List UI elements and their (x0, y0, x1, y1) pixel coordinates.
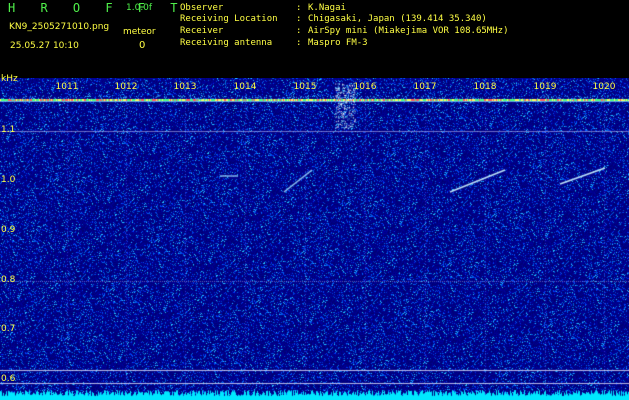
info-separator: : (296, 26, 302, 36)
y-tick-label: 0.7 (1, 324, 16, 334)
x-tick-label: 1014 (233, 82, 257, 92)
spectrogram (0, 78, 629, 400)
x-tick-label: 1017 (413, 82, 437, 92)
x-tick-label: 1012 (114, 82, 138, 92)
x-tick-label: 1019 (533, 82, 557, 92)
y-tick-label: 0.8 (1, 275, 16, 285)
info-row-antenna: Receiving antenna: Maspro FM-3 (180, 38, 368, 49)
header-panel: H R O F F T 1.0.0f KN9_2505271010.png 25… (0, 0, 629, 78)
y-tick-label: 1.1 (1, 125, 16, 135)
x-tick-label: 1016 (353, 82, 377, 92)
info-separator: : (296, 14, 302, 24)
meteor-label: meteor (123, 27, 156, 37)
y-tick-label: 0.6 (1, 374, 16, 384)
info-value: Chigasaki, Japan (139.414 35.340) (308, 14, 487, 24)
info-row-observer: Observer: K.Nagai (180, 3, 346, 14)
y-tick-label: 1.0 (1, 175, 16, 185)
info-value: AirSpy mini (Miakejima VOR 108.65MHz) (308, 26, 509, 36)
info-separator: : (296, 38, 302, 48)
info-label: Receiver (180, 26, 224, 36)
info-label: Receiving Location (180, 14, 278, 24)
meteor-count: 0 (139, 40, 146, 51)
info-label: Observer (180, 3, 224, 13)
x-tick-label: 1018 (473, 82, 497, 92)
app-title: H R O F F T (8, 1, 187, 15)
info-separator: : (296, 3, 302, 13)
info-value: Maspro FM-3 (308, 38, 368, 48)
x-tick-label: 1015 (293, 82, 317, 92)
axis-unit-label: kHz (1, 74, 18, 84)
info-row-receiver: Receiver: AirSpy mini (Miakejima VOR 108.… (180, 26, 508, 37)
x-tick-label: 1013 (173, 82, 197, 92)
app-version: 1.0.0f (126, 3, 153, 13)
timestamp: 25.05.27 10:10 (10, 41, 79, 51)
info-row-location: Receiving Location: Chigasaki, Japan (139… (180, 14, 487, 25)
info-value: K.Nagai (308, 3, 346, 13)
y-tick-label: 0.9 (1, 225, 16, 235)
info-label: Receiving antenna (180, 38, 273, 48)
x-tick-label: 1020 (592, 82, 616, 92)
x-tick-label: 1011 (55, 82, 79, 92)
file-name: KN9_2505271010.png (9, 22, 110, 32)
